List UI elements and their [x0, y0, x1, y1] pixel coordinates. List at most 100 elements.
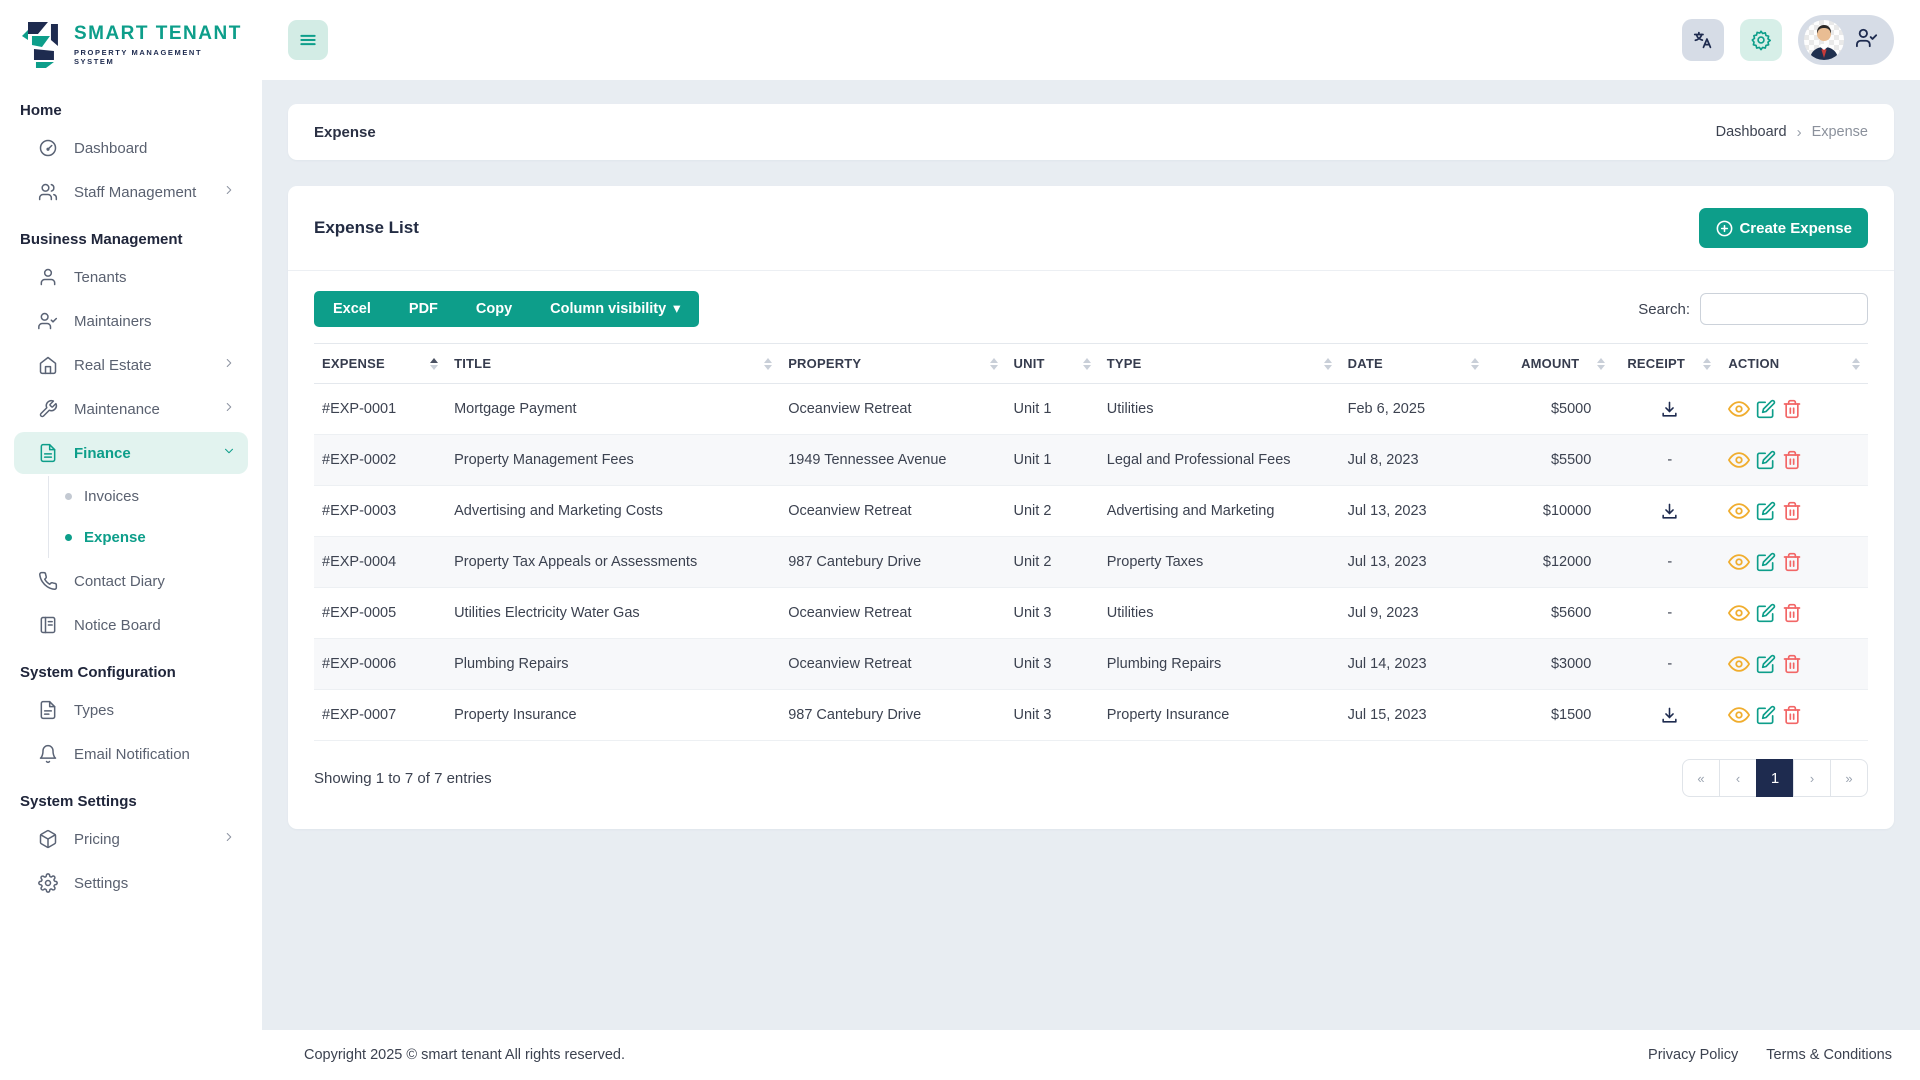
cell-unit: Unit 1 — [1005, 383, 1099, 435]
sidebar-item-maintainers[interactable]: Maintainers — [14, 300, 248, 342]
main-column: Expense Dashboard › Expense Expense List… — [262, 0, 1920, 1080]
view-button[interactable] — [1728, 602, 1751, 624]
edit-button[interactable] — [1756, 450, 1776, 470]
sidebar-item-settings[interactable]: Settings — [14, 862, 248, 904]
download-icon — [1662, 401, 1677, 417]
chevron-right-icon — [222, 183, 236, 201]
search-input[interactable] — [1700, 293, 1868, 325]
app-window: SMART TENANT PROPERTY MANAGEMENT SYSTEM … — [0, 0, 1920, 1080]
column-header-title[interactable]: TITLE — [446, 343, 781, 384]
brand-logo[interactable]: SMART TENANT PROPERTY MANAGEMENT SYSTEM — [0, 14, 262, 86]
edit-button[interactable] — [1756, 501, 1776, 521]
cell-expense-id: #EXP-0005 — [314, 587, 447, 639]
sidebar-item-notice-board[interactable]: Notice Board — [14, 604, 248, 646]
cell-amount: $3000 — [1487, 638, 1620, 690]
view-button[interactable] — [1728, 551, 1751, 573]
sidebar-item-email-notification[interactable]: Email Notification — [14, 733, 248, 775]
bullet-icon — [65, 493, 72, 500]
sidebar-item-finance[interactable]: Finance — [14, 432, 248, 474]
users-icon — [38, 183, 58, 201]
cell-property: Oceanview Retreat — [780, 638, 1006, 690]
column-visibility-button[interactable]: Column visibility ▾ — [531, 291, 699, 327]
edit-button[interactable] — [1756, 654, 1776, 674]
delete-button[interactable] — [1782, 501, 1802, 521]
delete-button[interactable] — [1782, 654, 1802, 674]
edit-button[interactable] — [1756, 705, 1776, 725]
hamburger-icon — [300, 34, 316, 46]
breadcrumb-dashboard-link[interactable]: Dashboard — [1716, 124, 1787, 140]
delete-button[interactable] — [1782, 450, 1802, 470]
cell-title: Mortgage Payment — [446, 383, 781, 435]
view-button[interactable] — [1728, 500, 1751, 522]
user-menu[interactable] — [1798, 15, 1894, 65]
brand-logo-icon — [21, 22, 58, 68]
delete-button[interactable] — [1782, 705, 1802, 725]
cell-date: Jul 14, 2023 — [1339, 638, 1488, 690]
brand-tagline: PROPERTY MANAGEMENT SYSTEM — [73, 47, 203, 66]
download-receipt-button[interactable] — [1660, 400, 1679, 419]
dashboard-icon — [39, 139, 57, 157]
search-label: Search: — [1638, 300, 1690, 318]
view-button[interactable] — [1728, 653, 1751, 675]
column-header-property[interactable]: PROPERTY — [780, 343, 1006, 384]
user-check-icon — [38, 312, 58, 330]
pagination-last-button[interactable]: » — [1830, 759, 1868, 797]
cell-type: Utilities — [1098, 383, 1340, 435]
create-expense-button[interactable]: Create Expense — [1699, 208, 1868, 248]
column-header-action[interactable]: ACTION — [1720, 343, 1868, 384]
sidebar-subitem-invoices[interactable]: Invoices — [49, 476, 262, 517]
delete-button[interactable] — [1782, 552, 1802, 572]
sidebar-item-real-estate[interactable]: Real Estate — [14, 344, 248, 386]
edit-button[interactable] — [1756, 552, 1776, 572]
sidebar-item-contact-diary[interactable]: Contact Diary — [14, 560, 248, 602]
sidebar-item-staff-management[interactable]: Staff Management — [14, 171, 248, 213]
settings-button[interactable] — [1740, 19, 1782, 61]
column-header-amount[interactable]: AMOUNT — [1487, 343, 1620, 384]
pagination-next-button[interactable]: › — [1793, 759, 1831, 797]
download-receipt-button[interactable] — [1660, 706, 1679, 725]
view-button[interactable] — [1728, 398, 1751, 420]
cell-property: Oceanview Retreat — [780, 587, 1006, 639]
pagination: « ‹ 1 › » — [1682, 759, 1868, 797]
sidebar-item-maintenance[interactable]: Maintenance — [14, 388, 248, 430]
pagination-prev-button[interactable]: ‹ — [1719, 759, 1757, 797]
edit-button[interactable] — [1756, 399, 1776, 419]
language-button[interactable] — [1682, 19, 1724, 61]
delete-button[interactable] — [1782, 603, 1802, 623]
privacy-policy-link[interactable]: Privacy Policy — [1648, 1047, 1738, 1063]
column-header-expense[interactable]: EXPENSE — [314, 343, 447, 384]
sidebar-item-types[interactable]: Types — [14, 689, 248, 731]
sidebar-item-tenants[interactable]: Tenants — [14, 256, 248, 298]
sidebar-item-dashboard[interactable]: Dashboard — [14, 127, 248, 169]
edit-button[interactable] — [1756, 603, 1776, 623]
terms-link[interactable]: Terms & Conditions — [1766, 1047, 1892, 1063]
sidebar-item-label: Types — [74, 701, 115, 719]
pagination-page-1-button[interactable]: 1 — [1756, 759, 1794, 797]
breadcrumb-card: Expense Dashboard › Expense — [288, 104, 1894, 160]
pdf-button[interactable]: PDF — [390, 291, 457, 327]
export-button-group: Excel PDF Copy Column visibility ▾ — [314, 291, 700, 327]
column-header-date[interactable]: DATE — [1339, 343, 1488, 384]
breadcrumb-current: Expense — [1811, 124, 1868, 140]
download-receipt-button[interactable] — [1660, 502, 1679, 521]
column-header-unit[interactable]: UNIT — [1005, 343, 1099, 384]
gear-icon — [38, 873, 58, 893]
cell-type: Utilities — [1098, 587, 1340, 639]
column-header-type[interactable]: TYPE — [1098, 343, 1340, 384]
column-header-receipt[interactable]: RECEIPT — [1619, 343, 1721, 384]
copy-button[interactable]: Copy — [457, 291, 531, 327]
view-button[interactable] — [1728, 704, 1751, 726]
trash-icon — [1783, 654, 1801, 674]
user-check-icon — [1856, 27, 1878, 54]
pagination-first-button[interactable]: « — [1682, 759, 1720, 797]
cell-date: Jul 13, 2023 — [1339, 485, 1488, 537]
excel-button[interactable]: Excel — [314, 291, 390, 327]
sidebar-subitem-expense[interactable]: Expense — [49, 517, 262, 558]
table-row: #EXP-0003 Advertising and Marketing Cost… — [314, 485, 1868, 537]
sidebar-item-pricing[interactable]: Pricing — [14, 818, 248, 860]
home-icon — [39, 356, 57, 375]
sidebar-toggle-button[interactable] — [288, 20, 328, 60]
view-button[interactable] — [1728, 449, 1751, 471]
delete-button[interactable] — [1782, 399, 1802, 419]
sort-icon — [980, 357, 998, 370]
